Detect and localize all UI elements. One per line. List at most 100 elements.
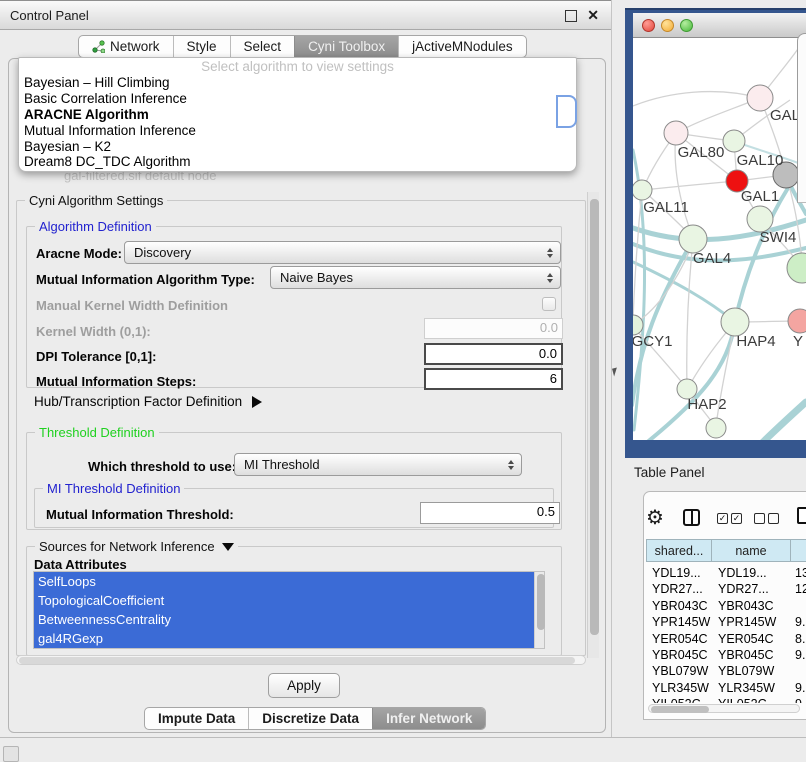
- algorithm-option-bayesian-hill-climbing[interactable]: Bayesian – Hill Climbing: [19, 75, 576, 91]
- list-item-gal4rgexp[interactable]: gal4RGexp: [34, 629, 544, 648]
- algorithm-option-basic-correlation[interactable]: Basic Correlation Inference: [19, 91, 576, 107]
- table-cell[interactable]: YLR345W: [652, 680, 712, 696]
- sources-group-title[interactable]: Sources for Network Inference: [35, 539, 238, 554]
- column-header-truncated[interactable]: [790, 539, 806, 562]
- table-cell[interactable]: YIL052C: [652, 696, 712, 703]
- node-hap4[interactable]: [721, 308, 749, 336]
- table-cell[interactable]: 9.: [795, 680, 806, 696]
- algorithm-combo-focus-ring[interactable]: [556, 95, 577, 128]
- table-cell[interactable]: 9: [795, 696, 806, 703]
- algorithm-option-bayesian-k2[interactable]: Bayesian – K2: [19, 139, 576, 155]
- column-header-name[interactable]: name: [711, 539, 791, 562]
- app-screen: Control Panel ✕ Network Style Select Cyn…: [0, 0, 806, 762]
- table-cell[interactable]: YBR043C: [718, 598, 790, 614]
- settings-horizontal-scrollbar[interactable]: [16, 655, 586, 665]
- close-panel-icon[interactable]: ✕: [587, 7, 599, 24]
- deselect-all-checkbox-icon[interactable]: [754, 513, 765, 524]
- table-cell[interactable]: YDL19...: [652, 565, 712, 581]
- tab-discretize-data[interactable]: Discretize Data: [248, 708, 372, 729]
- algorithm-option-aracne[interactable]: ARACNE Algorithm: [19, 107, 576, 123]
- node-gal10[interactable]: [723, 130, 745, 152]
- scrollbar-thumb[interactable]: [651, 706, 709, 713]
- table-cell[interactable]: YDR27...: [718, 581, 790, 597]
- table-cell[interactable]: YBL079W: [652, 663, 712, 679]
- tab-network[interactable]: Network: [79, 36, 173, 57]
- table-cell[interactable]: YLR345W: [718, 680, 790, 696]
- tab-select[interactable]: Select: [230, 36, 295, 57]
- algorithm-option-dream8[interactable]: Dream8 DC_TDC Algorithm: [19, 154, 576, 170]
- label-gal80: GAL80: [678, 144, 725, 161]
- zoom-window-button[interactable]: [680, 19, 693, 32]
- bottom-divider: [0, 737, 806, 738]
- algorithm-option-mutual-information[interactable]: Mutual Information Inference: [19, 123, 576, 139]
- list-item-betweennesscentrality[interactable]: BetweennessCentrality: [34, 610, 544, 629]
- close-window-button[interactable]: [642, 19, 655, 32]
- node-bottom-partial[interactable]: [706, 418, 726, 438]
- scrollbar-thumb[interactable]: [537, 574, 545, 630]
- table-horizontal-scrollbar[interactable]: [648, 704, 800, 713]
- cyni-algorithm-settings-title: Cyni Algorithm Settings: [25, 193, 167, 208]
- scrollbar-thumb[interactable]: [19, 657, 575, 664]
- table-cell[interactable]: [795, 598, 806, 614]
- apply-button[interactable]: Apply: [268, 673, 340, 698]
- table-cell[interactable]: YPR145W: [718, 614, 790, 630]
- collapse-arrow-icon[interactable]: [222, 543, 234, 551]
- table-cell[interactable]: YBR045C: [652, 647, 712, 663]
- tab-impute-data-label: Impute Data: [158, 711, 235, 726]
- table-cell[interactable]: 9.: [795, 614, 806, 630]
- tab-impute-data[interactable]: Impute Data: [145, 708, 248, 729]
- which-threshold-select[interactable]: MI Threshold: [234, 453, 522, 476]
- table-settings-gear-icon[interactable]: ⚙: [646, 508, 664, 528]
- column-header-shared-name[interactable]: shared...: [646, 539, 712, 562]
- tab-network-label: Network: [110, 39, 160, 54]
- export-table-icon[interactable]: [797, 507, 806, 524]
- spinner-arrows-icon: [508, 460, 514, 470]
- table-cell[interactable]: YBL079W: [718, 663, 790, 679]
- table-cell[interactable]: YPR145W: [652, 614, 712, 630]
- table-cell[interactable]: YER054C: [718, 631, 790, 647]
- scrollbar-thumb[interactable]: [590, 199, 599, 635]
- node-gal4[interactable]: [679, 225, 707, 253]
- deselect-all-checkbox-icon[interactable]: [768, 513, 779, 524]
- column-chooser-icon[interactable]: [683, 509, 700, 526]
- node-green-right[interactable]: [787, 253, 806, 283]
- table-cell[interactable]: YER054C: [652, 631, 712, 647]
- list-item-selfloops[interactable]: SelfLoops: [34, 572, 544, 591]
- node-gal80[interactable]: [664, 121, 688, 145]
- list-item-topologicalcoefficient[interactable]: TopologicalCoefficient: [34, 591, 544, 610]
- tab-jactivemnodules[interactable]: jActiveMNodules: [398, 36, 526, 57]
- float-panel-icon[interactable]: [565, 10, 577, 22]
- bottom-left-mini-icon[interactable]: [3, 746, 19, 762]
- network-view-canvas[interactable]: GAL80 GAL10 GAL1 GAL11 SWI4 GAL4 GCY1 HA…: [633, 38, 806, 440]
- tab-infer-network[interactable]: Infer Network: [372, 708, 485, 729]
- table-cell[interactable]: YBR043C: [652, 598, 712, 614]
- attributes-list-scrollbar[interactable]: [534, 572, 544, 648]
- hub-definition-row[interactable]: Hub/Transcription Factor Definition: [34, 394, 262, 409]
- data-attributes-label: Data Attributes: [34, 557, 127, 572]
- table-cell[interactable]: YIL052C: [718, 696, 790, 703]
- node-gal11[interactable]: [633, 180, 652, 200]
- tab-style[interactable]: Style: [173, 36, 230, 57]
- label-hap4: HAP4: [736, 333, 775, 350]
- minimize-window-button[interactable]: [661, 19, 674, 32]
- table-cell[interactable]: 9.: [795, 647, 806, 663]
- table-cell[interactable]: 13: [795, 565, 806, 581]
- table-cell[interactable]: 8.: [795, 631, 806, 647]
- table-cell[interactable]: YDR27...: [652, 581, 712, 597]
- mi-algorithm-type-select[interactable]: Naive Bayes: [270, 266, 561, 289]
- mi-threshold-field[interactable]: 0.5: [420, 502, 560, 524]
- mi-steps-field[interactable]: 6: [424, 368, 563, 390]
- dpi-tolerance-field[interactable]: 0.0: [424, 343, 563, 365]
- settings-vertical-scrollbar[interactable]: [587, 192, 599, 658]
- tab-cyni-toolbox[interactable]: Cyni Toolbox: [294, 36, 398, 57]
- table-cell[interactable]: 12: [795, 581, 806, 597]
- aracne-mode-select[interactable]: Discovery: [124, 241, 561, 264]
- table-cell[interactable]: [795, 663, 806, 679]
- select-all-checkbox-icon[interactable]: ✓: [731, 513, 742, 524]
- node-salmon[interactable]: [788, 309, 806, 333]
- table-cell[interactable]: YBR045C: [718, 647, 790, 663]
- table-cell[interactable]: YDL19...: [718, 565, 790, 581]
- network-window-titlebar[interactable]: [633, 13, 806, 38]
- expand-arrow-icon[interactable]: [252, 396, 262, 408]
- select-all-checkbox-icon[interactable]: ✓: [717, 513, 728, 524]
